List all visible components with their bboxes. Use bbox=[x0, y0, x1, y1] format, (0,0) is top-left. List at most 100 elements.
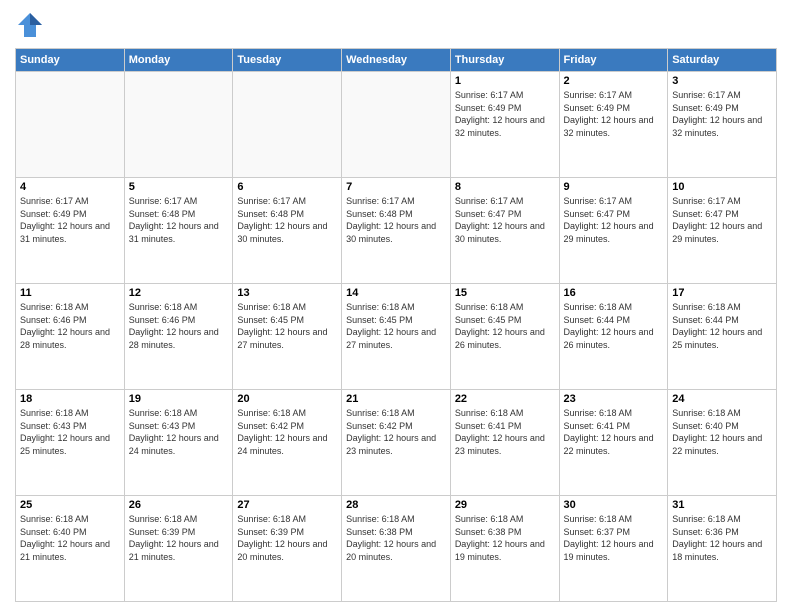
calendar-header-friday: Friday bbox=[559, 49, 668, 72]
calendar-cell: 17Sunrise: 6:18 AMSunset: 6:44 PMDayligh… bbox=[668, 284, 777, 390]
calendar-cell: 7Sunrise: 6:17 AMSunset: 6:48 PMDaylight… bbox=[342, 178, 451, 284]
calendar-cell: 21 Sunrise: 6:18 AMSunset: 6:42 PMDayligh… bbox=[342, 390, 451, 496]
day-info: Sunrise: 6:18 AMSunset: 6:38 PMDaylight:… bbox=[346, 513, 446, 563]
calendar-cell: 4 Sunrise: 6:17 AMSunset: 6:49 PMDaylight… bbox=[16, 178, 125, 284]
day-number: 26 bbox=[129, 499, 229, 511]
calendar-cell bbox=[124, 72, 233, 178]
calendar-cell: 16 Sunrise: 6:18 AMSunset: 6:44 PMDayligh… bbox=[559, 284, 668, 390]
calendar-week-2: 11 Sunrise: 6:18 AMSunset: 6:46 PMDayligh… bbox=[16, 284, 777, 390]
day-number: 8 bbox=[455, 181, 555, 193]
logo-icon bbox=[15, 10, 45, 40]
day-number: 9 bbox=[564, 181, 664, 193]
day-number: 29 bbox=[455, 499, 555, 511]
day-number: 25 bbox=[20, 499, 120, 511]
calendar-header-tuesday: Tuesday bbox=[233, 49, 342, 72]
calendar-cell: 19Sunrise: 6:18 AMSunset: 6:43 PMDayligh… bbox=[124, 390, 233, 496]
day-info: Sunrise: 6:18 AMSunset: 6:44 PMDaylight:… bbox=[672, 301, 772, 351]
calendar-table: SundayMondayTuesdayWednesdayThursdayFrid… bbox=[15, 48, 777, 602]
calendar-cell: 23 Sunrise: 6:18 AMSunset: 6:41 PMDayligh… bbox=[559, 390, 668, 496]
calendar-cell: 20Sunrise: 6:18 AMSunset: 6:42 PMDayligh… bbox=[233, 390, 342, 496]
day-info: Sunrise: 6:18 AMSunset: 6:43 PMDaylight:… bbox=[129, 407, 229, 457]
day-info: Sunrise: 6:17 AMSunset: 6:49 PMDaylight:… bbox=[20, 195, 120, 245]
day-info: Sunrise: 6:18 AMSunset: 6:39 PMDaylight:… bbox=[237, 513, 337, 563]
calendar-week-1: 4 Sunrise: 6:17 AMSunset: 6:49 PMDaylight… bbox=[16, 178, 777, 284]
calendar-cell: 22 Sunrise: 6:18 AMSunset: 6:41 PMDayligh… bbox=[450, 390, 559, 496]
day-number: 6 bbox=[237, 181, 337, 193]
calendar-cell: 18 Sunrise: 6:18 AMSunset: 6:43 PMDayligh… bbox=[16, 390, 125, 496]
day-info: Sunrise: 6:18 AMSunset: 6:41 PMDaylight:… bbox=[564, 407, 664, 457]
day-info: Sunrise: 6:17 AMSunset: 6:48 PMDaylight:… bbox=[346, 195, 446, 245]
day-number: 5 bbox=[129, 181, 229, 193]
calendar-cell: 10Sunrise: 6:17 AMSunset: 6:47 PMDayligh… bbox=[668, 178, 777, 284]
day-number: 16 bbox=[564, 287, 664, 299]
day-number: 18 bbox=[20, 393, 120, 405]
calendar-cell: 31 Sunrise: 6:18 AMSunset: 6:36 PMDayligh… bbox=[668, 496, 777, 602]
day-info: Sunrise: 6:18 AMSunset: 6:40 PMDaylight:… bbox=[672, 407, 772, 457]
day-number: 12 bbox=[129, 287, 229, 299]
day-number: 23 bbox=[564, 393, 664, 405]
day-number: 2 bbox=[564, 75, 664, 87]
page: SundayMondayTuesdayWednesdayThursdayFrid… bbox=[0, 0, 792, 612]
day-info: Sunrise: 6:18 AMSunset: 6:38 PMDaylight:… bbox=[455, 513, 555, 563]
day-number: 20 bbox=[237, 393, 337, 405]
day-number: 22 bbox=[455, 393, 555, 405]
calendar-cell bbox=[342, 72, 451, 178]
calendar-cell: 28 Sunrise: 6:18 AMSunset: 6:38 PMDayligh… bbox=[342, 496, 451, 602]
calendar-cell: 3 Sunrise: 6:17 AMSunset: 6:49 PMDaylight… bbox=[668, 72, 777, 178]
day-number: 30 bbox=[564, 499, 664, 511]
day-number: 13 bbox=[237, 287, 337, 299]
calendar-cell: 26 Sunrise: 6:18 AMSunset: 6:39 PMDayligh… bbox=[124, 496, 233, 602]
calendar-cell: 11Sunrise: 6:18 AMSunset: 6:46 PMDayligh… bbox=[16, 284, 125, 390]
calendar-header-wednesday: Wednesday bbox=[342, 49, 451, 72]
calendar-cell bbox=[233, 72, 342, 178]
calendar-cell: 15 Sunrise: 6:18 AMSunset: 6:45 PMDayligh… bbox=[450, 284, 559, 390]
calendar-cell: 24Sunrise: 6:18 AMSunset: 6:40 PMDayligh… bbox=[668, 390, 777, 496]
day-info: Sunrise: 6:18 AMSunset: 6:36 PMDaylight:… bbox=[672, 513, 772, 563]
calendar-cell: 27Sunrise: 6:18 AMSunset: 6:39 PMDayligh… bbox=[233, 496, 342, 602]
day-info: Sunrise: 6:17 AMSunset: 6:47 PMDaylight:… bbox=[455, 195, 555, 245]
day-number: 15 bbox=[455, 287, 555, 299]
calendar-cell: 9 Sunrise: 6:17 AMSunset: 6:47 PMDaylight… bbox=[559, 178, 668, 284]
calendar-cell: 12 Sunrise: 6:18 AMSunset: 6:46 PMDayligh… bbox=[124, 284, 233, 390]
day-info: Sunrise: 6:18 AMSunset: 6:41 PMDaylight:… bbox=[455, 407, 555, 457]
day-info: Sunrise: 6:18 AMSunset: 6:46 PMDaylight:… bbox=[129, 301, 229, 351]
calendar-header-thursday: Thursday bbox=[450, 49, 559, 72]
calendar-header-row: SundayMondayTuesdayWednesdayThursdayFrid… bbox=[16, 49, 777, 72]
day-info: Sunrise: 6:17 AMSunset: 6:49 PMDaylight:… bbox=[564, 89, 664, 139]
day-info: Sunrise: 6:18 AMSunset: 6:42 PMDaylight:… bbox=[346, 407, 446, 457]
calendar-cell: 30 Sunrise: 6:18 AMSunset: 6:37 PMDayligh… bbox=[559, 496, 668, 602]
calendar-cell: 14Sunrise: 6:18 AMSunset: 6:45 PMDayligh… bbox=[342, 284, 451, 390]
calendar-cell: 13 Sunrise: 6:18 AMSunset: 6:45 PMDayligh… bbox=[233, 284, 342, 390]
calendar-header-saturday: Saturday bbox=[668, 49, 777, 72]
day-info: Sunrise: 6:18 AMSunset: 6:37 PMDaylight:… bbox=[564, 513, 664, 563]
calendar-header-sunday: Sunday bbox=[16, 49, 125, 72]
day-number: 31 bbox=[672, 499, 772, 511]
header bbox=[15, 10, 777, 40]
day-number: 28 bbox=[346, 499, 446, 511]
day-info: Sunrise: 6:17 AMSunset: 6:49 PMDaylight:… bbox=[672, 89, 772, 139]
calendar-cell: 29 Sunrise: 6:18 AMSunset: 6:38 PMDayligh… bbox=[450, 496, 559, 602]
calendar-cell: 2 Sunrise: 6:17 AMSunset: 6:49 PMDaylight… bbox=[559, 72, 668, 178]
day-info: Sunrise: 6:18 AMSunset: 6:45 PMDaylight:… bbox=[455, 301, 555, 351]
calendar-cell: 5 Sunrise: 6:17 AMSunset: 6:48 PMDaylight… bbox=[124, 178, 233, 284]
day-info: Sunrise: 6:18 AMSunset: 6:43 PMDaylight:… bbox=[20, 407, 120, 457]
day-info: Sunrise: 6:17 AMSunset: 6:49 PMDaylight:… bbox=[455, 89, 555, 139]
day-info: Sunrise: 6:18 AMSunset: 6:45 PMDaylight:… bbox=[237, 301, 337, 351]
day-number: 4 bbox=[20, 181, 120, 193]
calendar-cell: 25 Sunrise: 6:18 AMSunset: 6:40 PMDayligh… bbox=[16, 496, 125, 602]
calendar-week-0: 1Sunrise: 6:17 AMSunset: 6:49 PMDaylight… bbox=[16, 72, 777, 178]
calendar-cell: 8 Sunrise: 6:17 AMSunset: 6:47 PMDaylight… bbox=[450, 178, 559, 284]
day-info: Sunrise: 6:17 AMSunset: 6:48 PMDaylight:… bbox=[129, 195, 229, 245]
calendar-week-4: 25 Sunrise: 6:18 AMSunset: 6:40 PMDayligh… bbox=[16, 496, 777, 602]
day-number: 11 bbox=[20, 287, 120, 299]
day-info: Sunrise: 6:18 AMSunset: 6:44 PMDaylight:… bbox=[564, 301, 664, 351]
day-number: 21 bbox=[346, 393, 446, 405]
day-info: Sunrise: 6:18 AMSunset: 6:40 PMDaylight:… bbox=[20, 513, 120, 563]
day-info: Sunrise: 6:17 AMSunset: 6:47 PMDaylight:… bbox=[672, 195, 772, 245]
calendar-week-3: 18 Sunrise: 6:18 AMSunset: 6:43 PMDayligh… bbox=[16, 390, 777, 496]
calendar-cell: 1Sunrise: 6:17 AMSunset: 6:49 PMDaylight… bbox=[450, 72, 559, 178]
calendar-header-monday: Monday bbox=[124, 49, 233, 72]
day-info: Sunrise: 6:18 AMSunset: 6:39 PMDaylight:… bbox=[129, 513, 229, 563]
day-number: 3 bbox=[672, 75, 772, 87]
day-info: Sunrise: 6:17 AMSunset: 6:47 PMDaylight:… bbox=[564, 195, 664, 245]
